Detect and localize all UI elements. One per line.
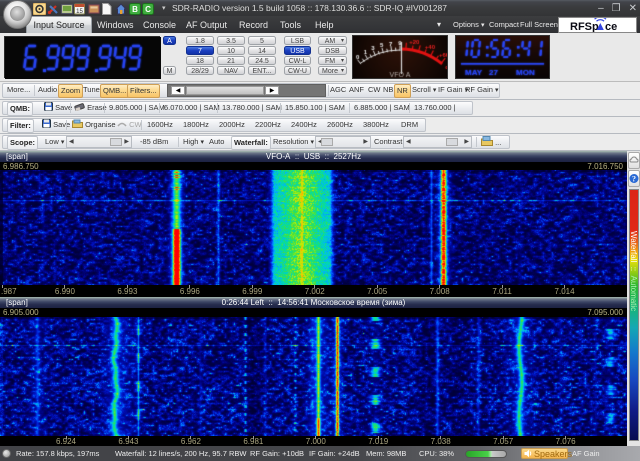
svg-text:?: ? [632,175,636,184]
svg-text:B: B [132,5,138,14]
svg-text:ce: ce [605,21,617,32]
svg-text:15: 15 [76,9,83,15]
svg-text:C: C [145,5,151,14]
svg-text:RFSp: RFSp [570,21,599,32]
